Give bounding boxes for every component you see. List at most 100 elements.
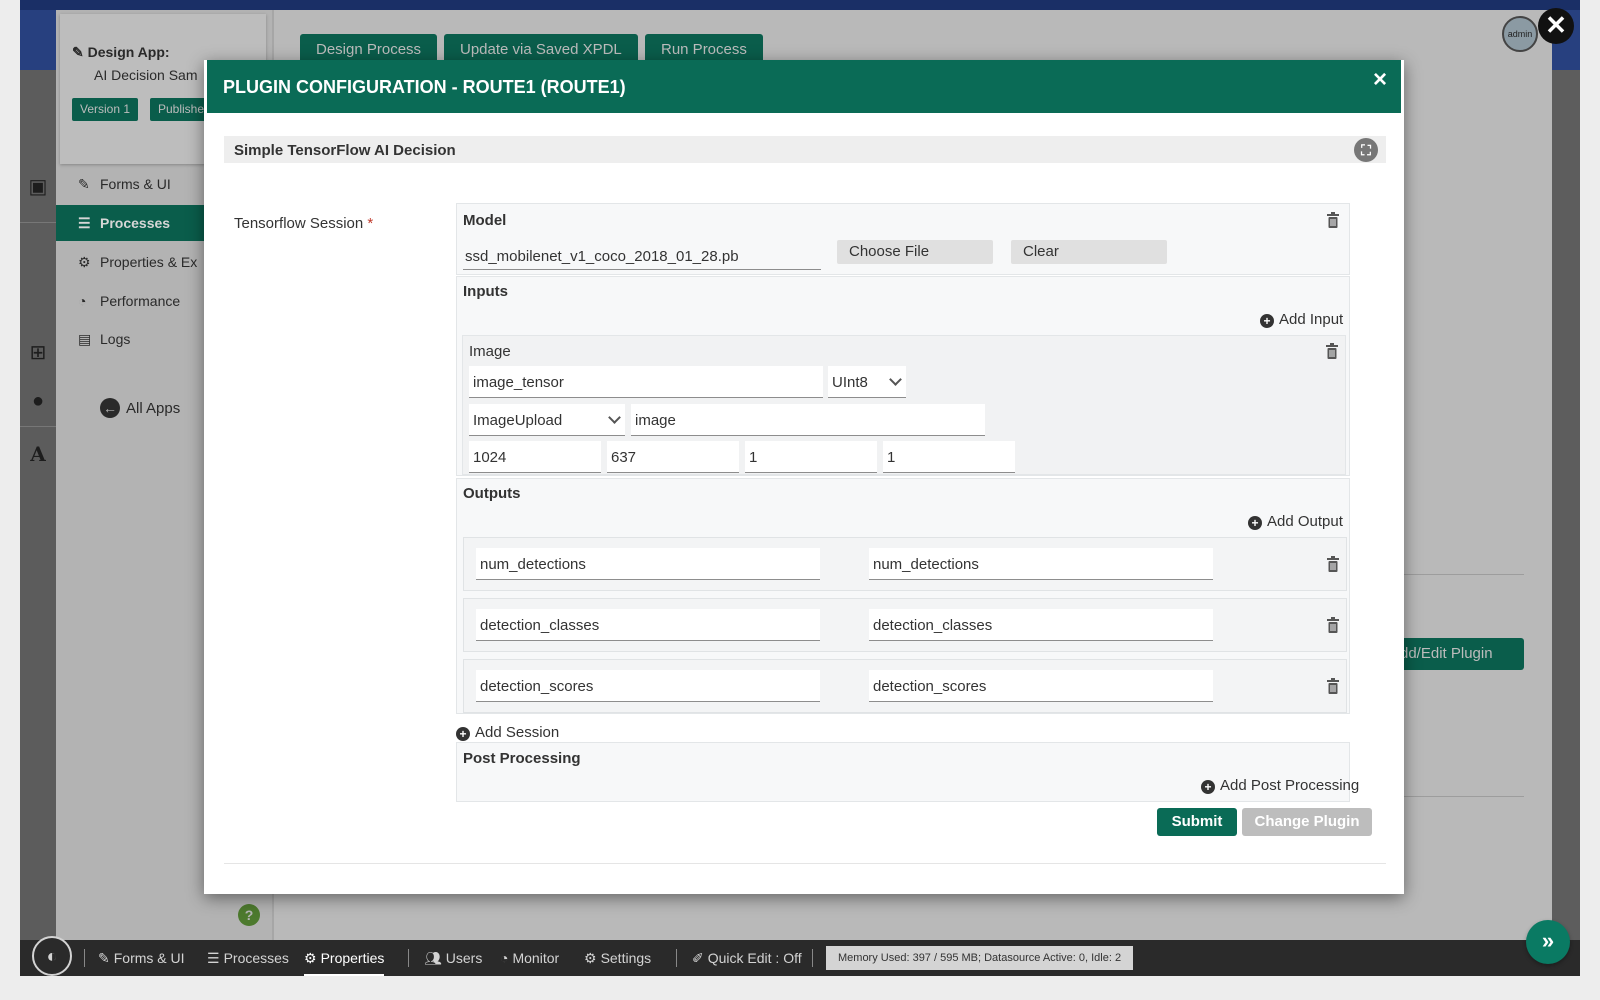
add-output-link[interactable]: + Add Output (1248, 513, 1343, 530)
change-plugin-button[interactable]: Change Plugin (1242, 808, 1372, 836)
output-name-input[interactable]: num_detections (476, 548, 820, 580)
list-icon: ☰ (78, 215, 91, 231)
dim-input-3[interactable]: 1 (745, 441, 877, 473)
output-variable-input[interactable]: detection_scores (869, 670, 1213, 702)
outputs-section: Outputs + Add Output num_detections num_d… (456, 478, 1350, 714)
output-row: num_detections num_detections (463, 537, 1347, 591)
output-name-input[interactable]: detection_scores (476, 670, 820, 702)
app-right-gutter (1552, 70, 1580, 950)
memory-status: Memory Used: 397 / 595 MB; Datasource Ac… (826, 946, 1134, 970)
submit-button[interactable]: Submit (1157, 808, 1237, 836)
plus-circle-icon: + (1248, 516, 1262, 530)
tab-run-process[interactable]: Run Process (645, 34, 763, 62)
bottombar-item-quick-edit[interactable]: ✐ Quick Edit : Off (692, 950, 802, 967)
logo-icon[interactable]: ◐ (32, 936, 72, 976)
source-field-input[interactable]: image (631, 404, 985, 436)
clear-button[interactable]: Clear (1011, 240, 1167, 264)
close-overlay-button[interactable]: ✕ (1538, 8, 1574, 44)
trash-icon[interactable] (1326, 617, 1340, 633)
trash-icon[interactable] (1326, 556, 1340, 572)
divider (84, 949, 85, 967)
output-variable-input[interactable]: detection_classes (869, 609, 1213, 641)
gear-icon: ⚙ (304, 950, 317, 966)
dtype-select[interactable]: UInt8 (828, 366, 906, 398)
add-input-link[interactable]: + Add Input (1260, 311, 1343, 328)
bottombar-item-forms[interactable]: ✎ Forms & UI (98, 950, 185, 967)
users-icon: 👥︎ (424, 950, 442, 966)
dialog-title: PLUGIN CONFIGURATION - ROUTE1 (ROUTE1) (223, 77, 626, 97)
bottombar-item-processes[interactable]: ☰ Processes (207, 950, 289, 967)
avatar[interactable]: admin (1502, 16, 1538, 52)
user-icon[interactable]: ● (20, 390, 56, 413)
app-subtitle: AI Decision Sam (94, 67, 198, 83)
divider (20, 426, 56, 427)
app-icon-bar: ▣ ⊞ ● A (20, 70, 56, 950)
gauge-icon: ◔ (78, 293, 87, 309)
divider (1404, 796, 1524, 797)
edit-icon: ✎ (72, 44, 88, 60)
section-header: Simple TensorFlow AI Decision ⛶ (224, 136, 1386, 163)
gauge-icon: ◔ (500, 950, 509, 966)
edit-icon: ✎ (78, 176, 90, 192)
plus-circle-icon: + (1260, 314, 1274, 328)
trash-icon[interactable] (1326, 678, 1340, 694)
section-title: Simple TensorFlow AI Decision (234, 142, 456, 159)
image-icon[interactable]: ▣ (20, 174, 56, 199)
post-processing-title: Post Processing (463, 750, 581, 767)
chevron-down-icon (608, 411, 621, 424)
inputs-section: Inputs + Add Input Image image_tensor UIn… (456, 276, 1350, 476)
dim-input-4[interactable]: 1 (883, 441, 1015, 473)
list-icon: ☰ (207, 950, 220, 966)
outputs-title: Outputs (463, 485, 521, 502)
add-post-processing-link[interactable]: + Add Post Processing (1201, 777, 1359, 794)
bottombar-item-properties[interactable]: ⚙ Properties (304, 950, 385, 976)
plugin-configuration-dialog: PLUGIN CONFIGURATION - ROUTE1 (ROUTE1) ×… (204, 60, 1404, 894)
bottombar-item-users[interactable]: 👥︎ Users (424, 950, 482, 967)
plus-circle-icon: + (1201, 780, 1215, 794)
chevron-down-icon (889, 373, 902, 386)
arrow-left-icon: ← (100, 398, 120, 418)
close-icon[interactable]: × (1373, 66, 1387, 94)
post-processing-section: Post Processing + Add Post Processing (456, 742, 1359, 802)
image-input-group: Image image_tensor UInt8 ImageUpload ima… (462, 335, 1346, 475)
inputs-title: Inputs (463, 283, 508, 300)
divider (1404, 574, 1524, 575)
dim-input-2[interactable]: 637 (607, 441, 739, 473)
choose-file-button[interactable]: Choose File (837, 240, 993, 264)
divider (676, 949, 677, 967)
expand-forward-button[interactable]: » (1526, 920, 1570, 964)
output-name-input[interactable]: detection_classes (476, 609, 820, 641)
tensor-name-input[interactable]: image_tensor (469, 366, 823, 398)
app-top-strip (20, 0, 1580, 10)
plus-circle-icon: + (456, 727, 470, 741)
version-button[interactable]: Version 1 (72, 98, 139, 121)
fullscreen-icon[interactable]: ⛶ (1354, 138, 1378, 162)
dialog-header: PLUGIN CONFIGURATION - ROUTE1 (ROUTE1) × (207, 60, 1401, 113)
publish-button[interactable]: Publishe (150, 98, 206, 121)
frame-icon[interactable]: ⊞ (20, 340, 56, 365)
brush-icon: ✐ (692, 950, 704, 966)
bottombar-item-settings[interactable]: ⚙ Settings (584, 950, 651, 967)
form-scroll-area[interactable]: Model ssd_mobilenet_v1_coco_2018_01_28.p… (224, 180, 1386, 864)
output-row: detection_classes detection_classes (463, 598, 1347, 652)
tab-design-process[interactable]: Design Process (300, 34, 438, 62)
source-type-select[interactable]: ImageUpload (469, 404, 625, 436)
edit-icon: ✎ (98, 950, 110, 966)
tab-update-xpdl[interactable]: Update via Saved XPDL (444, 34, 638, 62)
trash-icon[interactable] (1325, 343, 1339, 359)
output-variable-input[interactable]: num_detections (869, 548, 1213, 580)
trash-icon[interactable] (1326, 212, 1340, 228)
gears-icon: ⚙ (584, 950, 597, 966)
help-button[interactable]: ? (238, 904, 260, 926)
all-apps-link[interactable]: ← All Apps (100, 398, 180, 418)
gear-icon: ⚙ (78, 254, 91, 270)
model-section: Model ssd_mobilenet_v1_coco_2018_01_28.p… (456, 203, 1350, 275)
scroll-icon: ▤ (78, 331, 92, 347)
bottombar-item-monitor[interactable]: ◔ Monitor (500, 950, 559, 966)
model-title: Model (463, 212, 507, 229)
font-icon[interactable]: A (20, 442, 56, 466)
add-session-link[interactable]: + Add Session (456, 724, 559, 741)
dim-input-1[interactable]: 1024 (469, 441, 601, 473)
app-title: ✎ Design App: (72, 44, 170, 60)
model-file-field[interactable]: ssd_mobilenet_v1_coco_2018_01_28.pb (463, 240, 821, 270)
